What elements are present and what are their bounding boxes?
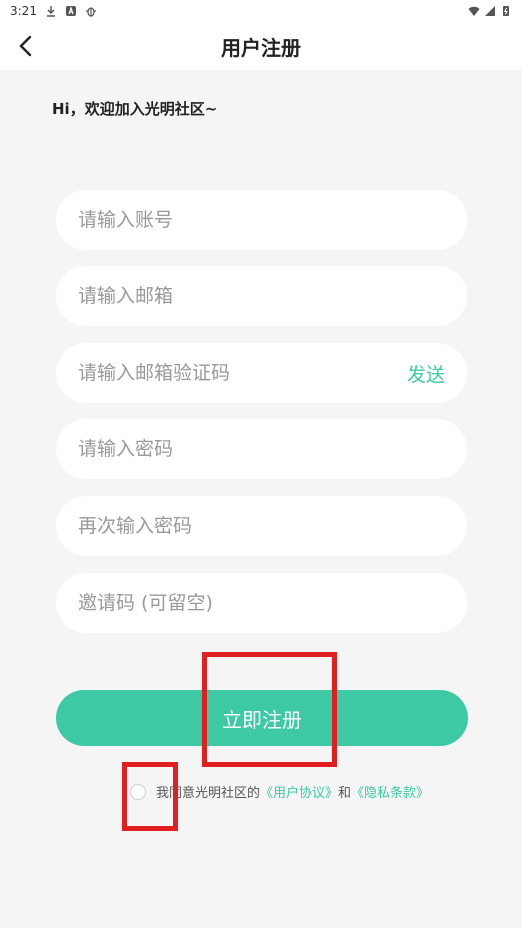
password-field[interactable]	[56, 419, 467, 479]
email-field[interactable]	[56, 266, 467, 326]
agreement-row: 我同意光明社区的 《用户协议》 和 《隐私条款》	[130, 782, 429, 801]
confirm-password-input[interactable]	[78, 515, 445, 537]
invite-code-input[interactable]	[78, 592, 445, 614]
page-title: 用户注册	[221, 35, 301, 60]
bug-icon	[85, 7, 96, 17]
back-button[interactable]	[12, 32, 40, 60]
wifi-icon	[468, 6, 480, 16]
notification-a-icon	[65, 6, 76, 16]
confirm-password-field[interactable]	[56, 496, 467, 556]
register-button[interactable]: 立即注册	[56, 690, 468, 746]
agreement-conjunction: 和	[338, 786, 352, 801]
signal-icon	[485, 6, 495, 16]
invite-code-field[interactable]	[56, 573, 467, 633]
email-code-input[interactable]	[78, 362, 407, 384]
privacy-policy-link[interactable]: 《隐私条款》	[351, 782, 429, 801]
account-field[interactable]	[56, 190, 467, 250]
app-bar: 用户注册	[0, 22, 522, 70]
send-code-button[interactable]: 发送	[407, 360, 445, 387]
battery-icon	[503, 6, 509, 16]
welcome-text: Hi，欢迎加入光明社区~	[52, 100, 218, 118]
email-input[interactable]	[78, 285, 445, 307]
password-input[interactable]	[78, 438, 445, 460]
email-code-field[interactable]: 发送	[56, 343, 467, 403]
user-agreement-link[interactable]: 《用户协议》	[260, 782, 338, 801]
account-input[interactable]	[78, 209, 445, 231]
agreement-radio[interactable]	[130, 783, 146, 800]
status-bar: 3:21	[0, 0, 522, 22]
agreement-prefix: 我同意光明社区的	[156, 786, 261, 801]
status-time: 3:21	[10, 4, 37, 18]
download-icon	[46, 6, 55, 17]
chevron-left-icon	[19, 35, 32, 57]
